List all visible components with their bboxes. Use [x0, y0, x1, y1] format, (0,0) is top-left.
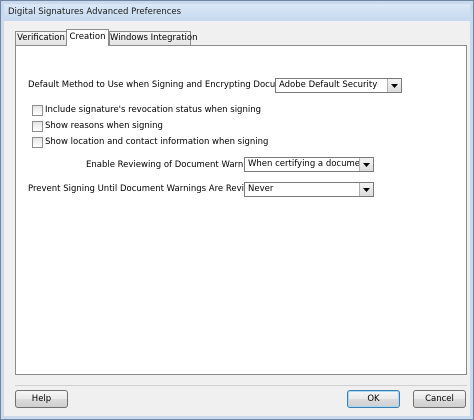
checkbox-show-reasons[interactable]: Show reasons when signing [32, 121, 352, 132]
checkbox-revocation-label: Include signature's revocation status wh… [45, 105, 261, 115]
chevron-down-icon[interactable] [387, 79, 401, 92]
default-method-value: Adobe Default Security [279, 80, 378, 90]
chevron-down-icon[interactable] [359, 183, 373, 196]
tab-windows-integration[interactable]: Windows Integration [109, 31, 197, 45]
help-button[interactable]: Help [15, 390, 68, 408]
checkbox-box[interactable] [32, 121, 43, 132]
footer-divider [15, 385, 467, 386]
tab-verification-label: Verification [17, 33, 65, 43]
window-title: Digital Signatures Advanced Preferences [8, 7, 182, 17]
tab-creation[interactable]: Creation [66, 29, 109, 46]
preferences-dialog: Digital Signatures Advanced Preferences … [0, 0, 474, 420]
checkbox-show-location[interactable]: Show location and contact information wh… [32, 137, 352, 148]
checkbox-show-location-label: Show location and contact information wh… [45, 137, 269, 147]
prevent-signing-label: Prevent Signing Until Document Warnings … [28, 184, 270, 194]
prevent-signing-value: Never [248, 184, 274, 194]
checkbox-box[interactable] [32, 105, 43, 116]
ok-button[interactable]: OK [347, 390, 400, 408]
prevent-signing-select[interactable]: Never [244, 182, 374, 197]
tab-windows-integration-label: Windows Integration [110, 33, 198, 43]
checkbox-revocation-status[interactable]: Include signature's revocation status wh… [32, 105, 352, 116]
checkbox-box[interactable] [32, 137, 43, 148]
warnings-review-label: Enable Reviewing of Document Warnings: [86, 160, 264, 170]
checkbox-show-reasons-label: Show reasons when signing [45, 121, 163, 131]
warnings-review-value: When certifying a document [248, 159, 369, 169]
title-bar[interactable]: Digital Signatures Advanced Preferences [4, 4, 470, 21]
tab-creation-label: Creation [69, 32, 106, 42]
default-method-label: Default Method to Use when Signing and E… [28, 80, 305, 90]
tab-verification[interactable]: Verification [15, 31, 67, 45]
default-method-select[interactable]: Adobe Default Security [275, 78, 402, 93]
cancel-button[interactable]: Cancel [413, 390, 466, 408]
dialog-body: Verification Creation Windows Integratio… [5, 22, 469, 415]
creation-panel: Default Method to Use when Signing and E… [15, 45, 467, 375]
chevron-down-icon[interactable] [359, 158, 373, 171]
warnings-review-select[interactable]: When certifying a document [244, 157, 374, 172]
